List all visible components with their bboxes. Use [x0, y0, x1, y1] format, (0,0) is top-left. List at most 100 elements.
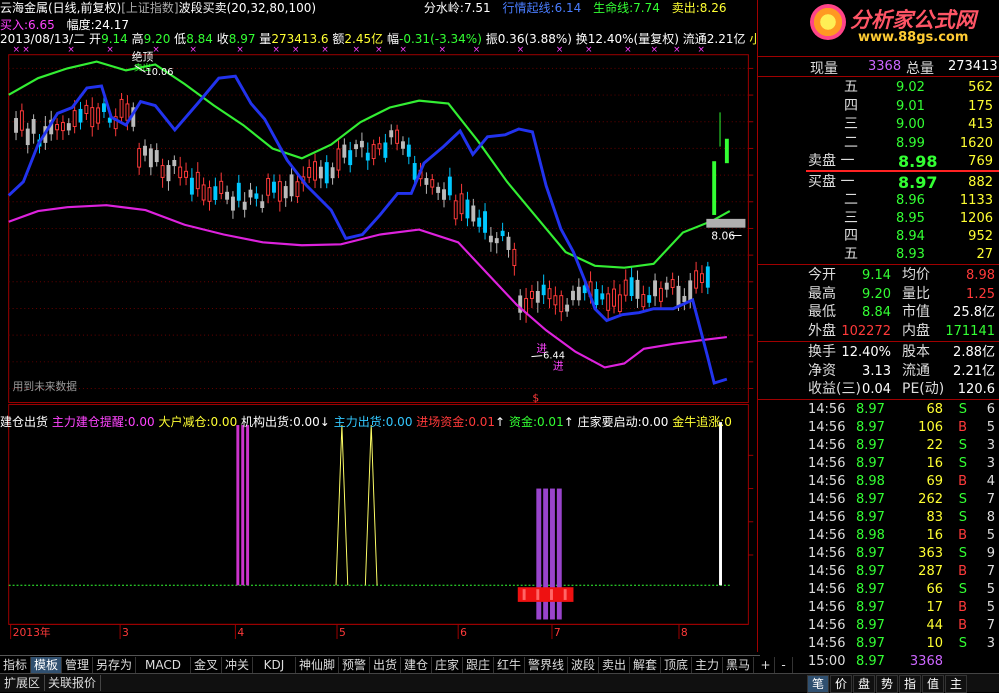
- tick-row[interactable]: 14:56 8.98 69 B 4: [806, 473, 999, 491]
- toolbar-btn[interactable]: 模板: [31, 657, 62, 673]
- side-tab[interactable]: 值: [922, 675, 944, 693]
- tick-list[interactable]: 14:56 8.97 68 S 6 14:56 8.97 106 B 5 14:56 8.97 22 S 3…: [758, 399, 999, 672]
- tick-row[interactable]: 14:56 8.97 287 B 7: [806, 563, 999, 581]
- tick-v: 16: [926, 456, 943, 471]
- zoom-out-button[interactable]: -: [775, 657, 793, 673]
- asks-level-label: 卖盘 一: [808, 153, 855, 169]
- bids-price: 8.93: [896, 247, 925, 262]
- side-tab[interactable]: 盘: [853, 675, 875, 693]
- asks-row[interactable]: 五 9.02 562: [806, 78, 999, 97]
- side-tab[interactable]: 价: [830, 675, 852, 693]
- tick-row[interactable]: 14:56 8.98 16 B 5: [806, 527, 999, 545]
- toolbar-btn[interactable]: 解套: [630, 657, 661, 673]
- tick-row[interactable]: 14:56 8.97 22 S 3: [806, 437, 999, 455]
- stats-block: 今开 9.14 均价 8.98 最高 9.20 量比 1.25 最低 8.84 市值 25.8亿 外盘 1…: [758, 264, 999, 341]
- toolbar-btn[interactable]: KDJ: [253, 657, 296, 673]
- tick-v: 66: [926, 582, 943, 597]
- toolbar-btn[interactable]: 顶底: [661, 657, 692, 673]
- bids-row[interactable]: 四 8.94 952: [806, 227, 999, 246]
- xingqing-value: 6.14: [554, 1, 582, 15]
- toolbar-btn[interactable]: 指标: [0, 657, 31, 673]
- zhuli-chuhuo-value: 0.00: [385, 415, 413, 429]
- tick-p: 8.97: [856, 492, 885, 507]
- tick-t: 14:56: [808, 600, 846, 615]
- tick-row[interactable]: 14:56 8.97 68 S 6: [806, 401, 999, 419]
- tick-p: 8.97: [856, 600, 885, 615]
- turnover-label: 换: [575, 32, 588, 46]
- tick-row[interactable]: 14:56 8.97 17 B 5: [806, 599, 999, 617]
- tick-p: 8.97: [856, 546, 885, 561]
- stock-title[interactable]: 云海金属(日线,前复权): [0, 1, 121, 15]
- toolbar-btn[interactable]: 预警: [339, 657, 370, 673]
- side-tab[interactable]: 指: [899, 675, 921, 693]
- toolbar-btn[interactable]: 神仙脚: [296, 657, 339, 673]
- side-tab[interactable]: 主: [945, 675, 967, 693]
- tick-v: 83: [926, 510, 943, 525]
- toolbar-btn[interactable]: 管理: [62, 657, 93, 673]
- bids-row[interactable]: 买盘 一 8.97 882: [806, 173, 999, 192]
- bids-row[interactable]: 五 8.93 27: [806, 245, 999, 264]
- tab-related-quotes[interactable]: 关联报价: [44, 675, 102, 691]
- tick-row[interactable]: 14:56 8.97 83 S 8: [806, 509, 999, 527]
- tick-t: 14:56: [808, 546, 846, 561]
- toolbar-btn[interactable]: 出货: [370, 657, 401, 673]
- toolbar-btn[interactable]: 卖出: [599, 657, 630, 673]
- index-ref[interactable]: [上证指数]: [121, 1, 178, 15]
- toolbar-btn[interactable]: MACD: [136, 657, 191, 673]
- ohlc-bar: 2013/08/13/二 开9.14 高9.20 低8.84 收8.97 量27…: [0, 31, 785, 47]
- tick-t: 14:56: [808, 420, 846, 435]
- stat-v1: 9.20: [862, 286, 891, 302]
- bids-price: 8.94: [896, 229, 925, 244]
- amount-label: 额: [332, 32, 345, 46]
- asks-level-label: 五: [844, 79, 858, 95]
- asks-row[interactable]: 二 8.99 1620: [806, 134, 999, 153]
- tick-row[interactable]: 14:56 8.97 10 S 3: [806, 635, 999, 653]
- toolbar-btn[interactable]: 主力: [692, 657, 723, 673]
- zoom-in-button[interactable]: +: [757, 657, 775, 673]
- toolbar-btn[interactable]: 建仓: [401, 657, 432, 673]
- jinchang-value: 0.01: [468, 415, 496, 429]
- toolbar-btn[interactable]: 冲关: [222, 657, 253, 673]
- toolbar-btn[interactable]: 黑马: [723, 657, 754, 673]
- asks-row[interactable]: 四 9.01 175: [806, 97, 999, 116]
- asks-row[interactable]: 三 9.00 413: [806, 115, 999, 134]
- toolbar-btn[interactable]: 警界线: [525, 657, 568, 673]
- price-chart[interactable]: × × × × × × × × × × × × × × × × × × × × × × 绝顶 卖出 10.06 进 6.4…: [0, 0, 760, 640]
- toolbar-btn[interactable]: 红牛: [494, 657, 525, 673]
- tick-s: B: [958, 528, 967, 543]
- tick-row[interactable]: 14:56 8.97 363 S 9: [806, 545, 999, 563]
- toolbar-btn[interactable]: 庄家: [432, 657, 463, 673]
- low-value: 8.84: [186, 32, 213, 46]
- future-data-note: 用到未来数据: [13, 380, 78, 393]
- tick-s: B: [958, 474, 967, 489]
- toolbar-btn[interactable]: 跟庄: [463, 657, 494, 673]
- toolbar-btn[interactable]: 另存为: [93, 657, 136, 673]
- ask-book: 五 9.02 562 四 9.01 175 三 9.00 413 二 8.99 1620 卖盘 一 8.9…: [758, 76, 999, 172]
- zhuli-jiancang-value: 0.00: [127, 415, 155, 429]
- asks-row[interactable]: 卖盘 一 8.98 769: [806, 152, 999, 171]
- bids-row[interactable]: 二 8.96 1133: [806, 191, 999, 210]
- tick-row[interactable]: 14:56 8.97 262 S 7: [806, 491, 999, 509]
- bids-level-label: 五: [844, 246, 858, 262]
- asks-volume: 175: [968, 98, 993, 114]
- tick-s: S: [958, 438, 967, 453]
- jigou-label: 机构出货:: [241, 415, 294, 429]
- indicator-name-jiancang[interactable]: 建仓出货: [0, 415, 48, 429]
- tick-row[interactable]: 14:56 8.97 106 B 5: [806, 419, 999, 437]
- bids-row[interactable]: 三 8.95 1206: [806, 209, 999, 228]
- tick-row[interactable]: 14:56 8.97 16 S 3: [806, 455, 999, 473]
- tab-extension[interactable]: 扩展区: [0, 675, 46, 691]
- side-tab[interactable]: 笔: [807, 675, 829, 693]
- tick-row[interactable]: 14:56 8.97 44 B 7: [806, 617, 999, 635]
- asks-level-label: 四: [844, 97, 858, 114]
- tick-row[interactable]: 14:56 8.97 66 S 5: [806, 581, 999, 599]
- side-tab[interactable]: 势: [876, 675, 898, 693]
- stat-row: 最高 9.20 量比 1.25: [806, 285, 999, 304]
- toolbar-btn[interactable]: 金叉: [191, 657, 222, 673]
- tick-v: 69: [926, 474, 943, 489]
- tick-row[interactable]: 15:00 8.97 3368: [806, 653, 999, 671]
- asks-price: 8.98: [898, 152, 938, 171]
- toolbar-btn[interactable]: 波段: [568, 657, 599, 673]
- tick-s: B: [958, 600, 967, 615]
- high-label: 高: [131, 32, 144, 46]
